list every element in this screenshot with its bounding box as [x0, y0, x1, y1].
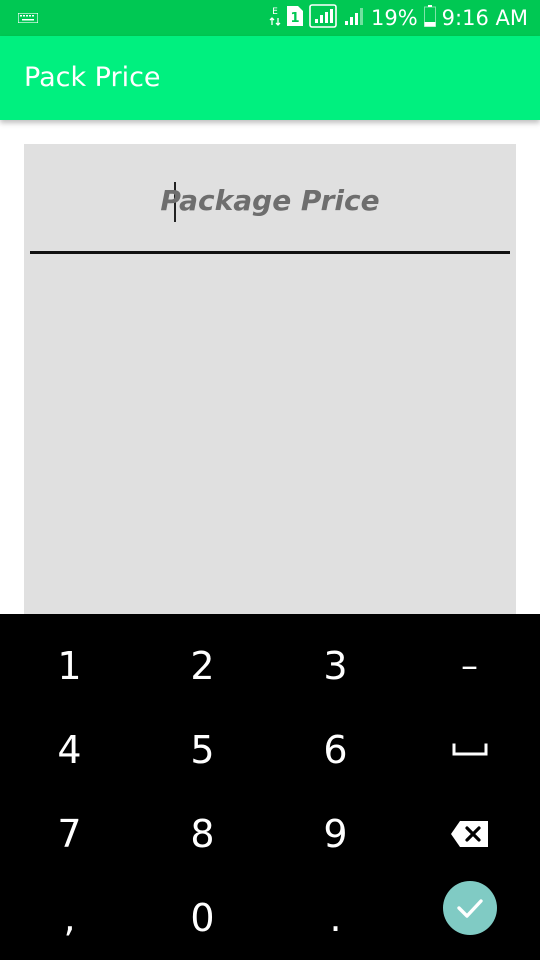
svg-text:1: 1	[290, 11, 299, 26]
key-label: 1	[57, 644, 82, 688]
key-space[interactable]	[403, 708, 536, 792]
key-4[interactable]: 4	[3, 708, 136, 792]
done-check-icon	[442, 881, 497, 935]
key-period[interactable]: .	[269, 876, 402, 960]
signal-icon	[309, 4, 337, 32]
key-2[interactable]: 2	[136, 624, 269, 708]
backspace-icon	[450, 821, 488, 847]
key-7[interactable]: 7	[3, 792, 136, 876]
numeric-keyboard: 1 2 3 – 4 5 6 7 8 9 , 0 .	[0, 614, 540, 960]
key-label: 4	[57, 728, 82, 772]
sim-icon: 1	[286, 6, 303, 30]
keyboard-icon	[18, 13, 38, 23]
status-time: 9:16 AM	[441, 6, 528, 30]
space-icon	[452, 743, 487, 756]
key-9[interactable]: 9	[269, 792, 402, 876]
status-bar: E 1 19% 9:16 AM	[0, 0, 540, 36]
svg-text:E: E	[272, 7, 278, 17]
key-label: 0	[190, 896, 215, 940]
key-label: 6	[323, 728, 348, 772]
key-minus[interactable]: –	[403, 624, 536, 708]
key-0[interactable]: 0	[136, 876, 269, 960]
key-label: ,	[63, 896, 76, 940]
app-bar: Pack Price	[0, 36, 540, 120]
key-6[interactable]: 6	[269, 708, 402, 792]
key-label: 7	[57, 812, 82, 856]
key-label: 5	[190, 728, 215, 772]
key-1[interactable]: 1	[3, 624, 136, 708]
package-price-input[interactable]: Package Price	[30, 174, 510, 254]
key-label: 9	[323, 812, 348, 856]
key-3[interactable]: 3	[269, 624, 402, 708]
key-label: 2	[190, 644, 215, 688]
key-comma[interactable]: ,	[3, 876, 136, 960]
key-label: 3	[323, 644, 348, 688]
key-5[interactable]: 5	[136, 708, 269, 792]
price-form-card: Package Price	[24, 144, 516, 624]
done-button[interactable]	[403, 866, 536, 950]
key-label: .	[329, 896, 342, 940]
package-price-placeholder: Package Price	[160, 184, 380, 217]
page-title: Pack Price	[24, 62, 161, 93]
key-label: –	[461, 646, 478, 686]
battery-icon	[423, 5, 436, 31]
battery-percent: 19%	[370, 6, 418, 30]
key-label: 8	[190, 812, 215, 856]
key-8[interactable]: 8	[136, 792, 269, 876]
signal-icon	[343, 5, 365, 31]
data-arrows-icon: E	[269, 5, 281, 31]
key-backspace[interactable]	[403, 792, 536, 876]
